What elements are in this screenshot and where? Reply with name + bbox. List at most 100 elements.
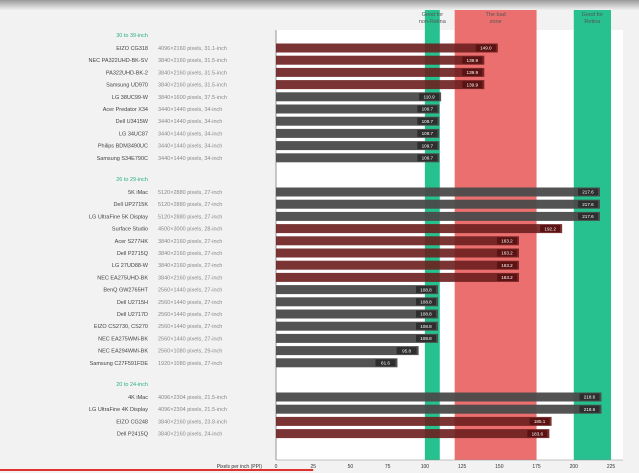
zone-label-0-line-1: Good for [422,12,444,18]
row-spec-0-4: 3840×1600 pixels, 37.5-inch [158,95,227,101]
row-model-0-0: EIZO CG318 [116,46,148,52]
row-model-2-2: EIZO CG248 [116,419,148,425]
value-label-1-4: 163.2 [501,239,513,244]
x-axis-title: Pixels per inch (PPI) [217,464,263,470]
value-label-0-8: 109.7 [422,143,434,148]
row-model-1-6: LG 27UD88-W [112,263,149,269]
row-spec-0-3: 3840×2160 pixels, 31.5-inch [158,83,227,89]
value-label-2-1: 218.6 [584,407,596,412]
x-tick-4: 100 [421,464,430,470]
row-spec-0-7: 3440×1440 pixels, 34-inch [158,131,222,137]
row-model-2-0: 4K iMac [128,395,148,401]
value-label-1-9: 108.8 [420,300,432,305]
x-tick-9: 225 [607,464,616,470]
value-label-0-5: 109.7 [422,107,434,112]
row-spec-1-6: 3840×2160 pixels, 27-inch [158,263,222,269]
value-label-1-0: 217.6 [582,190,594,195]
bar-1-7 [276,272,519,282]
value-label-2-2: 185.1 [534,419,546,424]
row-model-0-6: Dell U3415W [116,119,149,125]
zone-label-0-line-2: non-Retina [419,19,447,25]
bar-1-5 [276,248,519,258]
bar-0-3 [276,80,485,90]
row-model-1-1: Dell UP2715K [113,202,148,208]
bar-1-10 [276,309,438,319]
value-label-0-1: 139.9 [467,58,479,63]
row-spec-0-1: 3840×2160 pixels, 31.5-inch [158,58,227,64]
row-model-0-4: LG 38UC99-W [112,95,149,101]
row-model-0-3: Samsung UD970 [106,83,148,89]
value-label-1-1: 217.6 [582,202,594,207]
bar-0-8 [276,141,440,151]
value-label-1-8: 108.8 [420,287,432,292]
x-tick-6: 150 [495,464,504,470]
zone-label-1-line-1: The bad [486,12,506,18]
row-spec-2-1: 4096×2304 pixels, 21.5-inch [158,407,227,413]
row-model-1-7: NEC EA275UHD-BK [97,275,148,281]
value-label-1-11: 108.8 [420,324,432,329]
bar-2-2 [276,416,552,426]
value-label-0-0: 149.0 [480,46,492,51]
row-spec-1-2: 5120×2880 pixels, 27-inch [158,214,222,220]
x-tick-2: 50 [348,464,354,470]
row-model-1-9: Dell U2715H [117,300,148,306]
bar-0-6 [276,116,440,126]
row-spec-1-11: 2560×1440 pixels, 27-inch [158,324,222,330]
row-model-1-3: Surface Studio [112,227,148,233]
row-spec-0-9: 3440×1440 pixels, 34-inch [158,156,222,162]
group-title-2: 20 to 24-inch [116,382,148,388]
bar-1-11 [276,321,438,331]
row-spec-2-0: 4096×2304 pixels, 21.5-inch [158,395,227,401]
video-frame: Good for non-Retina The bad zone Good for Ret… [0,0,639,473]
value-label-0-6: 109.7 [422,119,434,124]
row-model-0-9: Samsung S34E790C [97,156,148,162]
bar-1-1 [276,199,600,209]
bar-1-3 [276,224,563,234]
bar-2-1 [276,404,602,414]
x-tick-0: 0 [275,464,278,470]
bar-2-0 [276,392,602,402]
bar-0-5 [276,104,440,114]
row-model-0-2: PA322UHD-BK-2 [106,70,148,76]
group-title-1: 26 to 29-inch [116,177,148,183]
row-spec-0-8: 3440×1440 pixels, 34-inch [158,144,222,150]
value-label-2-0: 218.6 [584,395,596,400]
zone-label-1-line-2: zone [490,19,502,25]
value-label-1-14: 81.6 [381,361,390,366]
bar-0-7 [276,128,440,138]
x-tick-7: 175 [532,464,541,470]
bar-2-3 [276,429,550,439]
row-spec-1-7: 3840×2160 pixels, 27-inch [158,275,222,281]
row-model-2-1: LG UltraFine 4K Display [89,407,148,413]
bar-1-0 [276,187,600,197]
bar-0-4 [276,92,442,102]
value-label-0-3: 139.9 [467,82,479,87]
row-spec-1-10: 2560×1440 pixels, 27-inch [158,312,222,318]
bar-1-12 [276,333,438,343]
value-label-1-7: 163.2 [501,275,513,280]
x-tick-3: 75 [385,464,391,470]
row-spec-1-0: 5120×2880 pixels, 27-inch [158,190,222,196]
row-spec-1-9: 2560×1440 pixels, 27-inch [158,300,222,306]
row-model-1-13: NEC EA294WMi-BK [98,349,148,355]
value-label-1-2: 217.6 [582,214,594,219]
bar-1-9 [276,297,438,307]
row-spec-1-3: 4500×3000 pixels, 28-inch [158,227,222,233]
zone-label-2-line-2: Retina [584,19,601,25]
bar-1-8 [276,285,438,295]
zone-label-2-line-1: Good for [582,12,604,18]
row-model-1-2: LG UltraFine 5K Display [89,214,148,220]
row-spec-1-8: 2560×1440 pixels, 27-inch [158,288,222,294]
x-tick-1: 25 [310,464,316,470]
value-label-0-9: 109.7 [422,156,434,161]
row-model-0-1: NEC PA322UHD-BK-SV [89,58,149,64]
value-label-0-4: 110.9 [424,95,436,100]
bar-1-4 [276,236,519,246]
bar-0-0 [276,43,498,53]
ppi-bar-chart: Good fornon-RetinaThe badzoneGood forRet… [0,10,623,471]
row-model-1-12: NEC EA275WMi-BK [98,336,148,342]
bar-0-2 [276,67,485,77]
bar-0-9 [276,153,440,163]
row-spec-1-12: 2560×1440 pixels, 27-inch [158,336,222,342]
row-model-1-0: 5K iMac [128,190,148,196]
